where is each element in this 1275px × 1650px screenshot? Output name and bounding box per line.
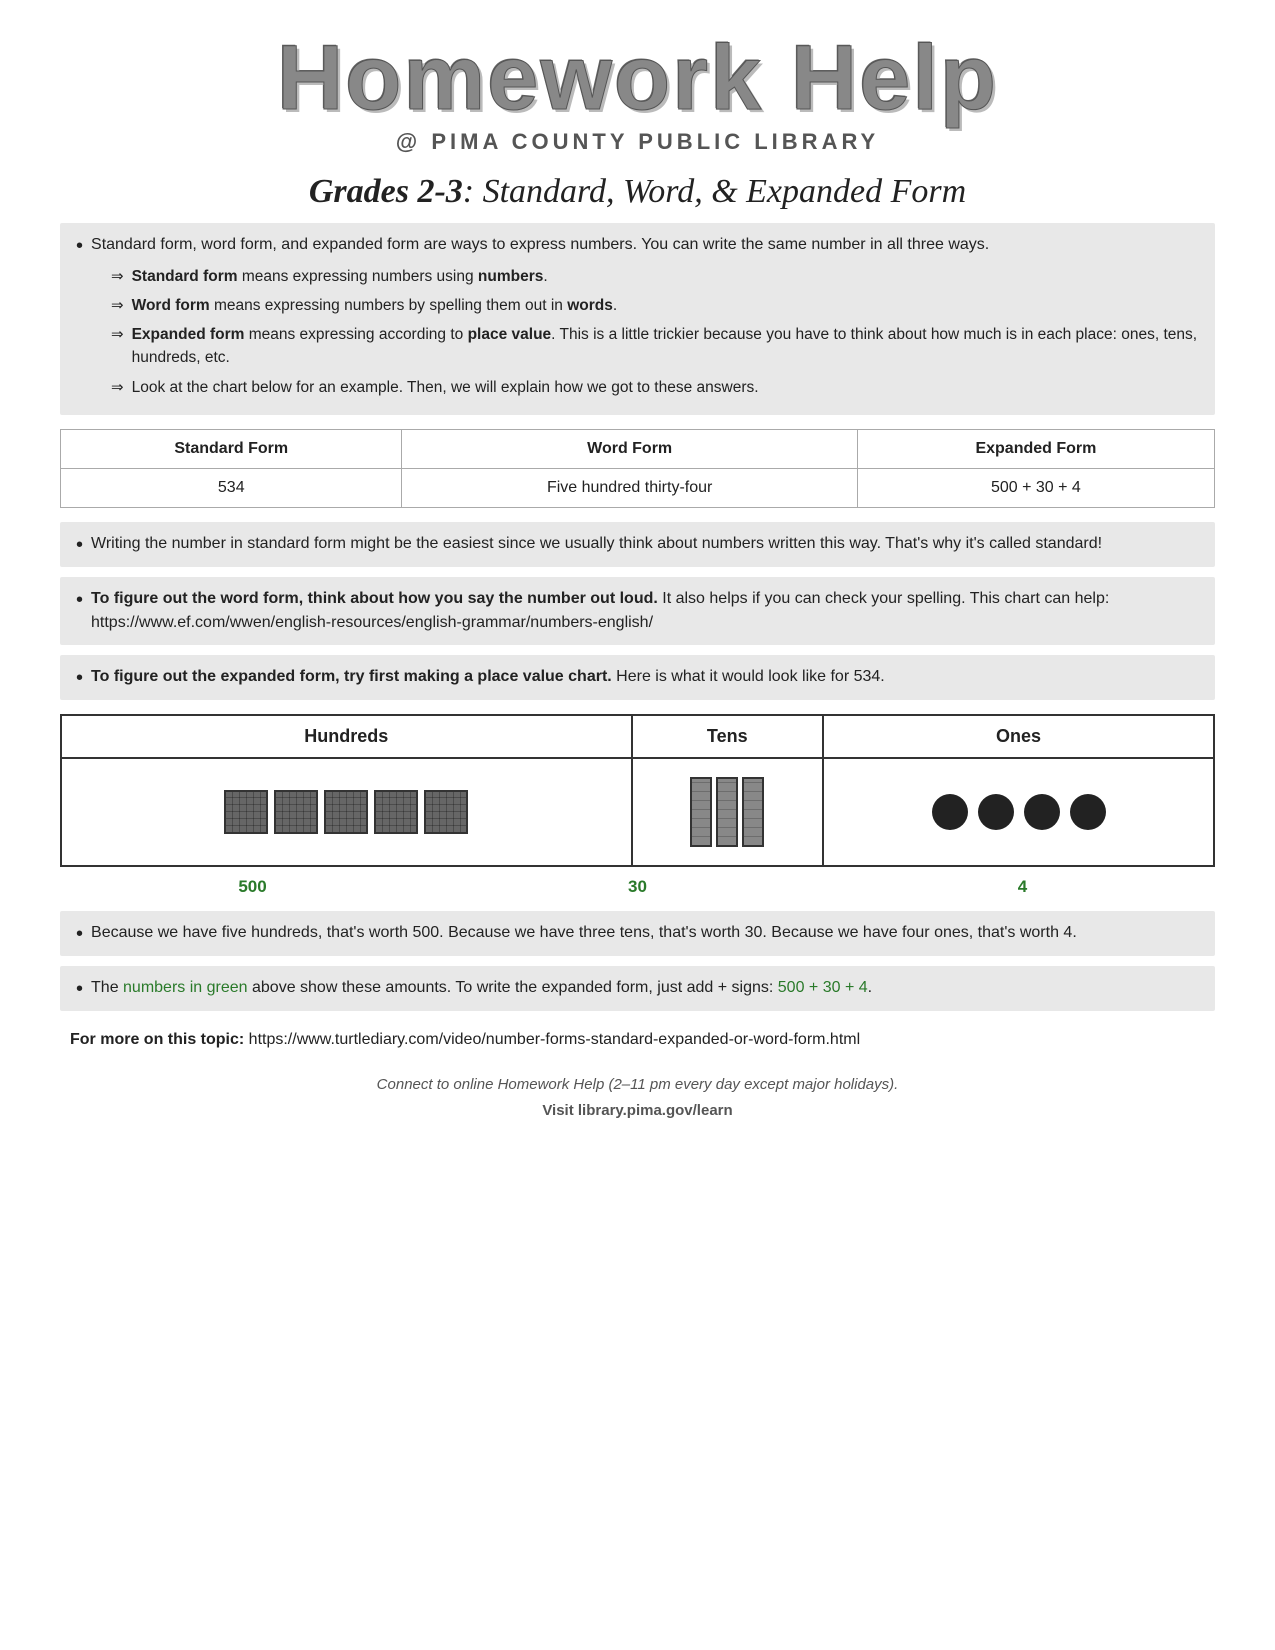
arrow-4-text: Look at the chart below for an example. … <box>132 376 759 399</box>
bullet-1-dot: • <box>76 235 83 258</box>
bullet-6-dot: • <box>76 978 83 1001</box>
hundred-block-2 <box>274 790 318 834</box>
pv-val-tens: 30 <box>445 873 830 901</box>
one-block-1 <box>932 794 968 830</box>
pv-val-ones: 4 <box>830 873 1215 901</box>
footer-line1: Connect to online Homework Help (2–11 pm… <box>60 1072 1215 1098</box>
pv-values-row: 500 30 4 <box>60 873 1215 901</box>
one-block-4 <box>1070 794 1106 830</box>
bullet-6-row: • The numbers in green above show these … <box>76 976 1199 1001</box>
pv-blocks-row <box>61 758 1214 866</box>
bullet-3-text: To figure out the word form, think about… <box>91 587 1199 635</box>
table-header-row: Standard Form Word Form Expanded Form <box>61 429 1215 468</box>
th-expanded: Expanded Form <box>857 429 1214 468</box>
place-value-table: Hundreds Tens Ones <box>60 714 1215 867</box>
arrow-item-1: ⇒ Standard form means expressing numbers… <box>111 265 1199 288</box>
green-text-2: 500 + 30 + 4 <box>778 979 868 996</box>
forms-table: Standard Form Word Form Expanded Form 53… <box>60 429 1215 508</box>
pv-header-row: Hundreds Tens Ones <box>61 715 1214 758</box>
arrow-2-sym: ⇒ <box>111 296 124 314</box>
bullet-5-section: • Because we have five hundreds, that's … <box>60 911 1215 956</box>
hundred-block-4 <box>374 790 418 834</box>
bullet-3-row: • To figure out the word form, think abo… <box>76 587 1199 635</box>
tens-blocks <box>643 777 813 847</box>
pv-th-tens: Tens <box>632 715 824 758</box>
th-standard: Standard Form <box>61 429 402 468</box>
bullet-4-text: To figure out the expanded form, try fir… <box>91 665 885 689</box>
td-expanded: 500 + 30 + 4 <box>857 468 1214 507</box>
bullet-6-section: • The numbers in green above show these … <box>60 966 1215 1011</box>
td-word: Five hundred thirty-four <box>402 468 857 507</box>
more-info-label: For more on this topic: <box>70 1031 244 1048</box>
pv-th-ones: Ones <box>823 715 1214 758</box>
pv-th-hundreds: Hundreds <box>61 715 632 758</box>
ten-block-1 <box>690 777 712 847</box>
bullet-2-dot: • <box>76 534 83 557</box>
bullet-5-row: • Because we have five hundreds, that's … <box>76 921 1199 946</box>
arrow-4-sym: ⇒ <box>111 378 124 396</box>
arrow-item-2: ⇒ Word form means expressing numbers by … <box>111 294 1199 317</box>
arrow-3-text: Expanded form means expressing according… <box>132 323 1199 370</box>
main-title: Homework Help <box>60 30 1215 127</box>
bullet-6-text: The numbers in green above show these am… <box>91 976 872 1000</box>
pv-td-tens <box>632 758 824 866</box>
hundreds-blocks <box>72 780 621 844</box>
grades-title: Grades 2-3: Standard, Word, & Expanded F… <box>60 173 1215 211</box>
footer-line2: Visit library.pima.gov/learn <box>60 1098 1215 1124</box>
one-block-3 <box>1024 794 1060 830</box>
td-standard: 534 <box>61 468 402 507</box>
bullet-1-section: • Standard form, word form, and expanded… <box>60 223 1215 415</box>
arrow-2-text: Word form means expressing numbers by sp… <box>132 294 618 317</box>
bullet-2-section: • Writing the number in standard form mi… <box>60 522 1215 567</box>
pima-subtitle: @ PIMA COUNTY PUBLIC LIBRARY <box>60 129 1215 155</box>
ten-block-2 <box>716 777 738 847</box>
arrow-item-3: ⇒ Expanded form means expressing accordi… <box>111 323 1199 370</box>
bullet-1-row: • Standard form, word form, and expanded… <box>76 233 1199 405</box>
arrow-3-sym: ⇒ <box>111 325 124 343</box>
footer: Connect to online Homework Help (2–11 pm… <box>60 1072 1215 1123</box>
more-info-url: https://www.turtlediary.com/video/number… <box>244 1031 860 1048</box>
header: Homework Help @ PIMA COUNTY PUBLIC LIBRA… <box>60 30 1215 211</box>
pv-td-hundreds <box>61 758 632 866</box>
ones-blocks <box>834 794 1203 830</box>
pv-val-hundreds: 500 <box>60 873 445 901</box>
more-info: For more on this topic: https://www.turt… <box>60 1027 1215 1053</box>
hundred-block-3 <box>324 790 368 834</box>
hundred-block-5 <box>424 790 468 834</box>
green-text-1: numbers in green <box>123 979 248 996</box>
bullet-1-text: Standard form, word form, and expanded f… <box>91 236 989 253</box>
grades-bold: Grades 2-3 <box>309 173 463 210</box>
bullet-4-row: • To figure out the expanded form, try f… <box>76 665 1199 690</box>
bullet-2-row: • Writing the number in standard form mi… <box>76 532 1199 557</box>
bullet-4-section: • To figure out the expanded form, try f… <box>60 655 1215 700</box>
arrow-list: ⇒ Standard form means expressing numbers… <box>111 265 1199 399</box>
th-word: Word Form <box>402 429 857 468</box>
bullet-3-section: • To figure out the word form, think abo… <box>60 577 1215 645</box>
grades-rest: : Standard, Word, & Expanded Form <box>463 173 966 210</box>
bullet-5-text: Because we have five hundreds, that's wo… <box>91 921 1077 945</box>
bullet-3-dot: • <box>76 589 83 612</box>
pv-td-ones <box>823 758 1214 866</box>
arrow-1-sym: ⇒ <box>111 267 124 285</box>
table-row: 534 Five hundred thirty-four 500 + 30 + … <box>61 468 1215 507</box>
bullet-2-text: Writing the number in standard form migh… <box>91 532 1102 556</box>
arrow-1-text: Standard form means expressing numbers u… <box>132 265 548 288</box>
one-block-2 <box>978 794 1014 830</box>
arrow-item-4: ⇒ Look at the chart below for an example… <box>111 376 1199 399</box>
ten-block-3 <box>742 777 764 847</box>
hundred-block-1 <box>224 790 268 834</box>
bullet-4-dot: • <box>76 667 83 690</box>
bullet-5-dot: • <box>76 923 83 946</box>
